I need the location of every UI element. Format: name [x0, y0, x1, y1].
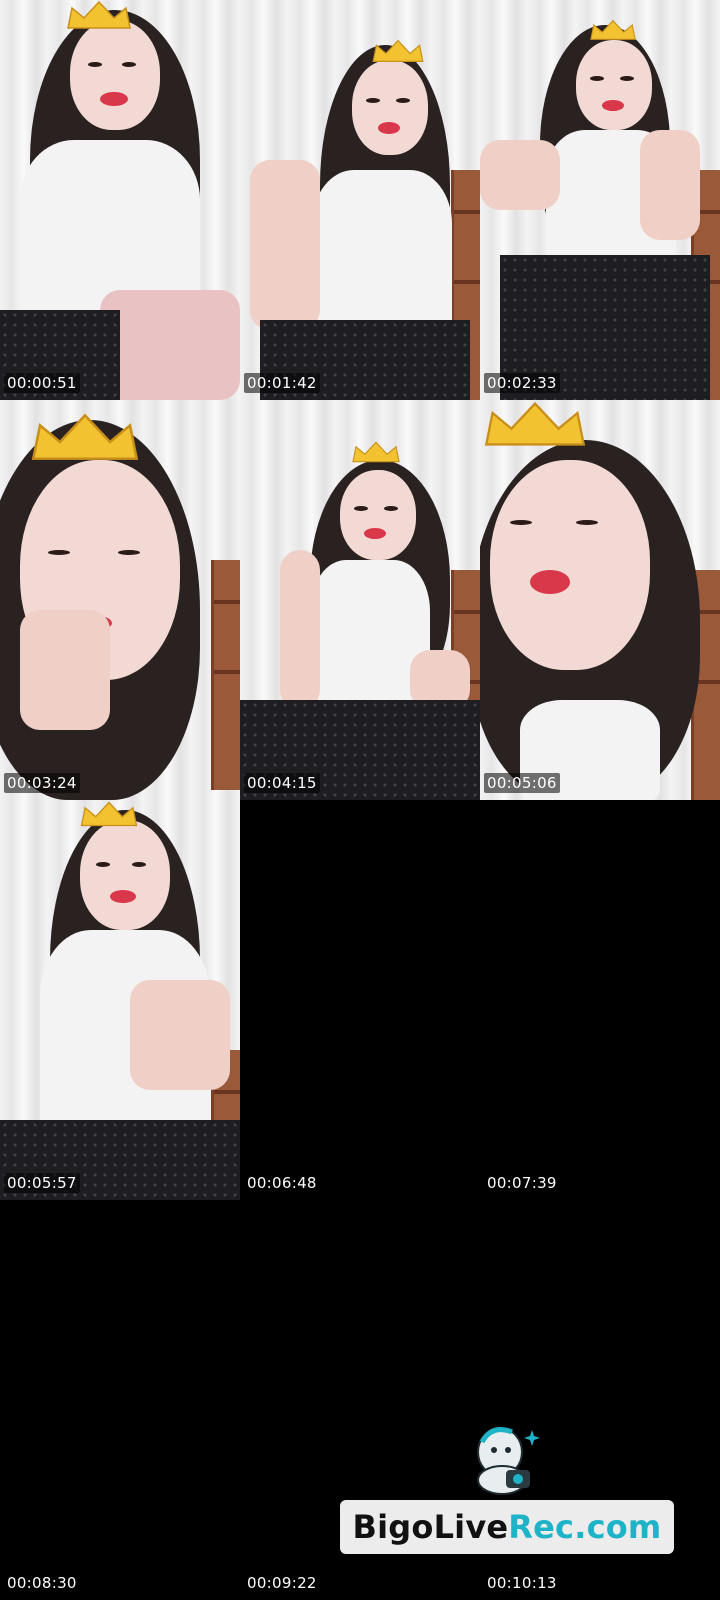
video-frame	[240, 400, 480, 800]
video-frame	[480, 400, 720, 800]
timestamp-label: 00:02:33	[484, 373, 560, 393]
crown-icon	[590, 19, 636, 40]
timestamp-label: 00:05:57	[4, 1173, 80, 1193]
watermark-text-domain: Rec.com	[508, 1508, 662, 1546]
timestamp-label: 00:07:39	[487, 1174, 557, 1192]
crown-icon	[67, 0, 131, 29]
timestamp-label: 00:00:51	[4, 373, 80, 393]
timestamp-label: 00:08:30	[7, 1574, 77, 1592]
timestamp-label: 00:05:06	[484, 773, 560, 793]
video-frame	[0, 800, 240, 1200]
crown-icon	[80, 801, 138, 827]
thumbnail-grid: 00:00:51 00:01:42 00:02:33 00:03:24 00:0…	[0, 0, 720, 1600]
thumbnail-8[interactable]: 00:06:48	[240, 800, 480, 1200]
thumbnail-9[interactable]: 00:07:39	[480, 800, 720, 1200]
thumbnail-2[interactable]: 00:01:42	[240, 0, 480, 400]
timestamp-label: 00:09:22	[247, 1574, 317, 1592]
thumbnail-10[interactable]: 00:08:30	[0, 1200, 240, 1600]
timestamp-label: 00:06:48	[247, 1174, 317, 1192]
thumbnail-6[interactable]: 00:05:06	[480, 400, 720, 800]
timestamp-label: 00:03:24	[4, 773, 80, 793]
thumbnail-5[interactable]: 00:04:15	[240, 400, 480, 800]
watermark-text-brand: BigoLive	[352, 1508, 509, 1546]
timestamp-label: 00:01:42	[244, 373, 320, 393]
video-frame	[0, 0, 240, 400]
video-frame	[480, 0, 720, 400]
crown-icon	[372, 39, 424, 62]
crown-icon	[31, 413, 139, 460]
watermark-banner: BigoLive Rec.com	[340, 1500, 674, 1554]
timestamp-label: 00:10:13	[487, 1574, 557, 1592]
crown-icon	[352, 441, 400, 463]
video-frame	[0, 400, 240, 800]
thumbnail-4[interactable]: 00:03:24	[0, 400, 240, 800]
thumbnail-3[interactable]: 00:02:33	[480, 0, 720, 400]
timestamp-label: 00:04:15	[244, 773, 320, 793]
thumbnail-7[interactable]: 00:05:57	[0, 800, 240, 1200]
bigo-mascot-icon	[477, 1427, 540, 1495]
video-frame	[240, 0, 480, 400]
thumbnail-1[interactable]: 00:00:51	[0, 0, 240, 400]
crown-icon	[484, 401, 586, 446]
